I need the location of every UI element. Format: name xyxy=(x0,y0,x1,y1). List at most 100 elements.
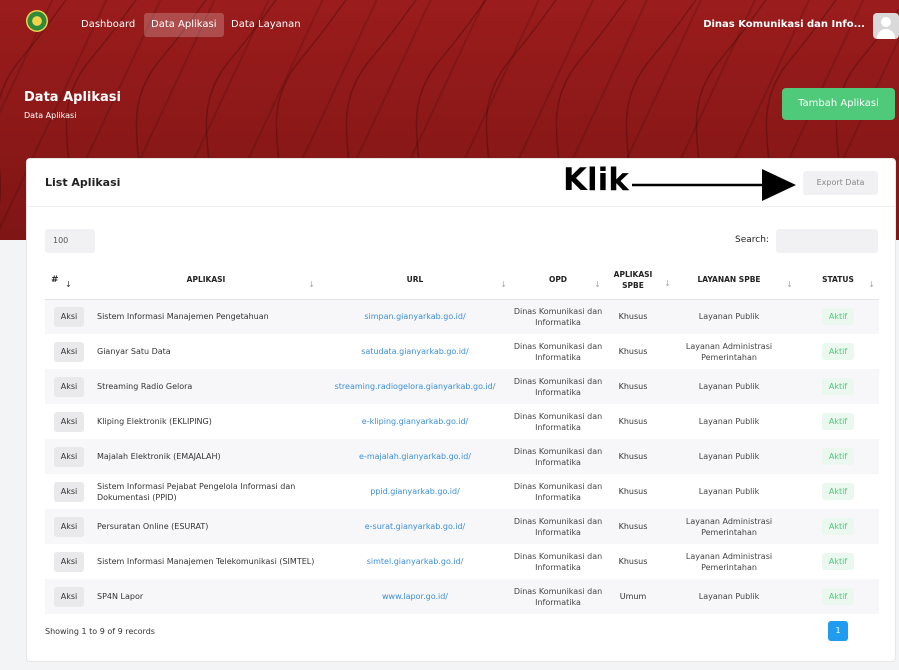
avatar[interactable] xyxy=(873,13,899,39)
page-title: Data Aplikasi xyxy=(24,90,121,105)
layanan-cell: Layanan Administrasi Pemerintahan xyxy=(685,341,773,362)
sort-icon: ↓ xyxy=(786,279,793,289)
nav-data-layanan[interactable]: Data Layanan xyxy=(224,13,308,37)
layanan-cell: Layanan Publik xyxy=(698,417,760,426)
layanan-cell: Layanan Publik xyxy=(661,579,797,614)
app-name: Sistem Informasi Manajemen Telekomunikas… xyxy=(97,557,315,566)
sort-icon: ↓ xyxy=(594,279,601,289)
aksi-button[interactable]: Aksi xyxy=(54,341,84,362)
opd-cell: Dinas Komunikasi dan Informatika xyxy=(511,439,605,474)
app-url-link[interactable]: satudata.gianyarkab.go.id/ xyxy=(319,334,511,369)
table-row: Aksi Sistem Informasi Manajemen Pengetah… xyxy=(45,299,879,334)
card-title: List Aplikasi xyxy=(45,176,121,189)
status-badge: Aktif xyxy=(821,553,855,570)
column-header-aplikasi[interactable]: APLIKASI ↓ xyxy=(93,261,319,300)
spbe-cell: Khusus xyxy=(618,487,648,496)
applications-table: # ↓ APLIKASI ↓ URL ↓ OPD ↓ APLIKASI SPBE ↓ LA… xyxy=(45,261,879,614)
aksi-button[interactable]: Aksi xyxy=(54,586,84,607)
layanan-cell: Layanan Administrasi Pemerintahan xyxy=(685,551,773,572)
column-header-status[interactable]: STATUS ↓ xyxy=(797,261,879,300)
table-row: Aksi Persuratan Online (ESURAT) e-surat.… xyxy=(45,509,879,544)
status-badge: Aktif xyxy=(821,448,855,465)
opd-cell: Dinas Komunikasi dan Informatika xyxy=(513,551,603,572)
opd-cell: Dinas Komunikasi dan Informatika xyxy=(511,579,605,614)
app-url-link[interactable]: e-surat.gianyarkab.go.id/ xyxy=(319,509,511,544)
table-row: Aksi Majalah Elektronik (EMAJALAH) e-maj… xyxy=(45,439,879,474)
table-row: Aksi Kliping Elektronik (EKLIPING) e-kli… xyxy=(45,404,879,439)
status-badge: Aktif xyxy=(821,343,855,360)
app-name: Persuratan Online (ESURAT) xyxy=(93,509,319,544)
app-url-link[interactable]: e-majalah.gianyarkab.go.id/ xyxy=(319,439,511,474)
opd-cell: Dinas Komunikasi dan Informatika xyxy=(511,369,605,404)
add-application-button[interactable]: Tambah Aplikasi xyxy=(782,88,895,120)
spbe-cell: Khusus xyxy=(618,417,648,426)
app-url-link[interactable]: streaming.radiogelora.gianyarkab.go.id/ xyxy=(319,369,511,404)
status-badge: Aktif xyxy=(821,518,855,535)
layanan-cell: Layanan Publik xyxy=(661,369,797,404)
export-data-button[interactable]: Export Data xyxy=(803,171,878,195)
spbe-cell: Khusus xyxy=(605,439,661,474)
spbe-cell: Khusus xyxy=(605,369,661,404)
layanan-cell: Layanan Administrasi Pemerintahan xyxy=(661,509,797,544)
app-name: Majalah Elektronik (EMAJALAH) xyxy=(93,439,319,474)
sort-icon: ↓ xyxy=(308,279,315,289)
aksi-button[interactable]: Aksi xyxy=(54,551,84,572)
app-url-link[interactable]: e-kliping.gianyarkab.go.id/ xyxy=(319,404,511,439)
search-input[interactable] xyxy=(776,229,878,253)
nav-dashboard[interactable]: Dashboard xyxy=(74,13,142,37)
pagination-page-button[interactable]: 1 xyxy=(828,621,848,641)
top-navigation: Dashboard Data Aplikasi Data Layanan Din… xyxy=(0,0,899,48)
spbe-cell: Khusus xyxy=(618,347,648,356)
column-header-aplikasi-spbe[interactable]: APLIKASI SPBE ↓ xyxy=(605,261,671,300)
breadcrumb: Data Aplikasi xyxy=(24,111,77,120)
spbe-cell: Khusus xyxy=(618,557,648,566)
opd-cell: Dinas Komunikasi dan Informatika xyxy=(511,509,605,544)
table-row: Aksi Gianyar Satu Data satudata.gianyark… xyxy=(45,334,879,369)
logo-icon[interactable] xyxy=(26,10,48,32)
spbe-cell: Khusus xyxy=(605,509,661,544)
app-name: Gianyar Satu Data xyxy=(97,347,171,356)
aksi-button[interactable]: Aksi xyxy=(54,411,84,432)
nav-data-aplikasi[interactable]: Data Aplikasi xyxy=(144,13,224,37)
status-badge: Aktif xyxy=(821,308,855,326)
sort-icon: ↓ xyxy=(65,279,72,289)
app-name: Sistem Informasi Manajemen Pengetahuan xyxy=(93,299,319,334)
table-row: Aksi Sistem Informasi Pejabat Pengelola … xyxy=(45,474,879,509)
table-row: Aksi Sistem Informasi Manajemen Telekomu… xyxy=(45,544,879,579)
status-badge: Aktif xyxy=(821,413,855,430)
aksi-button[interactable]: Aksi xyxy=(54,306,84,327)
column-header-layanan-spbe[interactable]: LAYANAN SPBE ↓ xyxy=(661,261,797,300)
records-info: Showing 1 to 9 of 9 records xyxy=(45,627,155,636)
annotation-arrow-icon xyxy=(632,169,796,201)
status-badge: Aktif xyxy=(821,588,855,605)
app-name: SP4N Lapor xyxy=(93,579,319,614)
sort-icon: ↓ xyxy=(500,279,507,289)
app-name: Kliping Elektronik (EKLIPING) xyxy=(97,417,212,426)
aksi-button[interactable]: Aksi xyxy=(54,481,84,502)
app-url-link[interactable]: ppid.gianyarkab.go.id/ xyxy=(319,474,511,509)
user-name[interactable]: Dinas Komunikasi dan Info... xyxy=(703,13,865,37)
layanan-cell: Layanan Publik xyxy=(698,487,760,496)
app-url-link[interactable]: simtel.gianyarkab.go.id/ xyxy=(319,544,511,579)
aksi-button[interactable]: Aksi xyxy=(54,376,84,397)
table-header-row: # ↓ APLIKASI ↓ URL ↓ OPD ↓ APLIKASI SPBE ↓ LA… xyxy=(45,261,879,300)
app-name: Streaming Radio Gelora xyxy=(93,369,319,404)
app-url-link[interactable]: www.lapor.go.id/ xyxy=(319,579,511,614)
app-url-link[interactable]: simpan.gianyarkab.go.id/ xyxy=(319,299,511,334)
layanan-cell: Layanan Publik xyxy=(661,299,797,334)
page-length-select[interactable]: 100 xyxy=(45,229,95,253)
spbe-cell: Umum xyxy=(605,579,661,614)
spbe-cell: Khusus xyxy=(605,299,661,334)
status-badge: Aktif xyxy=(821,378,855,395)
table-row: Aksi SP4N Lapor www.lapor.go.id/ Dinas K… xyxy=(45,579,879,614)
aksi-button[interactable]: Aksi xyxy=(54,446,84,467)
column-header-opd[interactable]: OPD ↓ xyxy=(511,261,605,300)
table-row: Aksi Streaming Radio Gelora streaming.ra… xyxy=(45,369,879,404)
layanan-cell: Layanan Publik xyxy=(661,439,797,474)
annotation-label: Klik xyxy=(563,162,629,198)
column-header-url[interactable]: URL ↓ xyxy=(319,261,511,300)
aksi-button[interactable]: Aksi xyxy=(54,516,84,537)
column-header-number[interactable]: # ↓ xyxy=(45,261,93,300)
opd-cell: Dinas Komunikasi dan Informatika xyxy=(513,481,603,502)
opd-cell: Dinas Komunikasi dan Informatika xyxy=(511,299,605,334)
